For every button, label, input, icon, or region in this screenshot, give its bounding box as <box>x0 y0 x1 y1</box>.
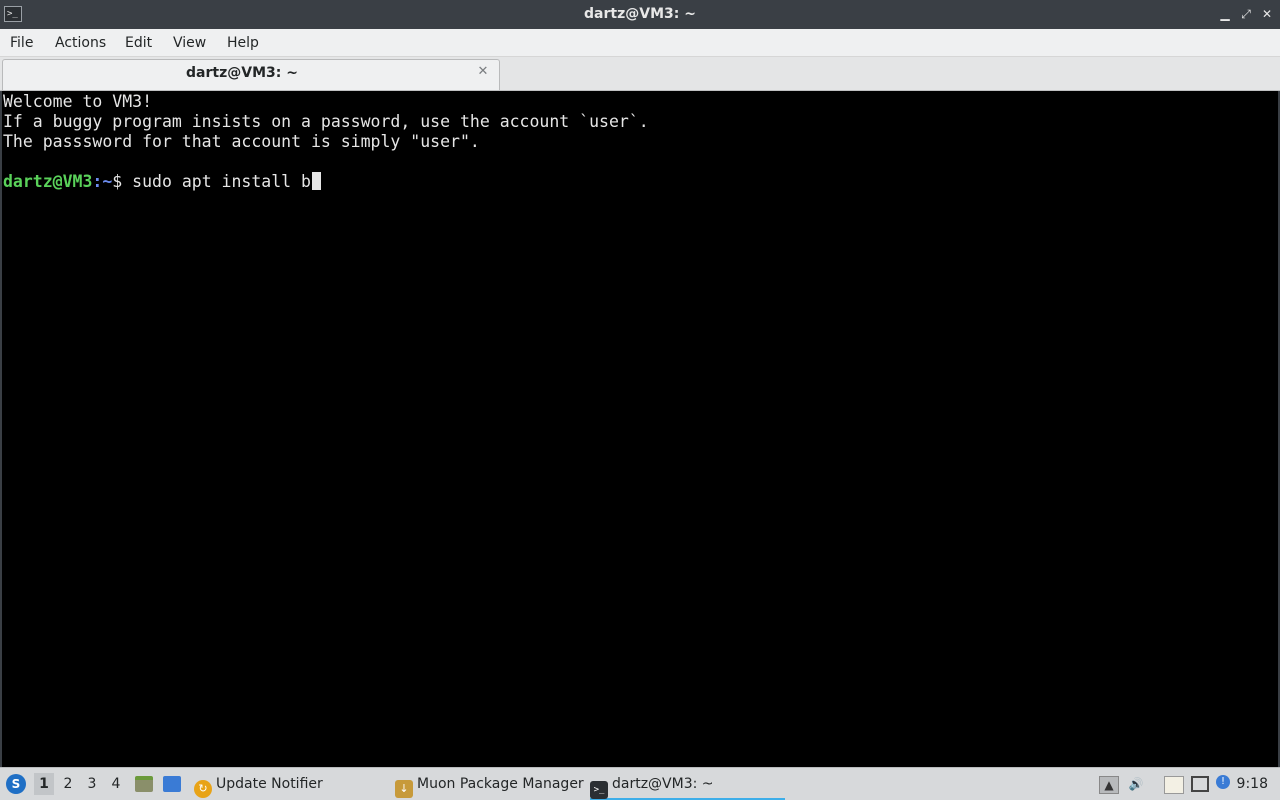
tab-close-button[interactable]: ✕ <box>475 64 491 80</box>
workspace-3[interactable]: 3 <box>82 773 102 795</box>
terminal-line: If a buggy program insists on a password… <box>3 112 649 131</box>
minimize-button[interactable]: ▁ <box>1216 5 1234 23</box>
close-window-button[interactable]: ✕ <box>1258 5 1276 23</box>
taskbar: S 1 2 3 4 ↻ Update Notifier ↓ Muon Package… <box>0 767 1280 800</box>
typed-command: sudo apt install b <box>132 172 311 191</box>
prompt-line: dartz@VM3:~$ sudo apt install b <box>3 172 321 192</box>
task-muon-package-manager[interactable]: ↓ Muon Package Manager <box>395 770 584 798</box>
restore-icon: ⤢ <box>1241 7 1251 21</box>
prompt-dollar: $ <box>112 172 133 191</box>
clipboard-icon[interactable] <box>1164 776 1184 794</box>
menu-help[interactable]: Help <box>225 29 261 57</box>
minimize-icon: ▁ <box>1220 7 1230 21</box>
task-label: dartz@VM3: ~ <box>612 776 714 792</box>
network-icon[interactable] <box>1191 776 1209 792</box>
text-cursor <box>311 172 321 190</box>
workspace-1[interactable]: 1 <box>34 773 54 795</box>
window-titlebar[interactable]: >_ dartz@VM3: ~ ▁ ⤢ ✕ <box>0 0 1280 29</box>
tab-bar: dartz@VM3: ~ ✕ <box>0 57 1280 91</box>
task-terminal[interactable]: >_ dartz@VM3: ~ <box>590 770 785 800</box>
task-label: Muon Package Manager <box>417 776 584 792</box>
volume-icon[interactable]: 🔊 <box>1127 776 1145 792</box>
terminal-line: Welcome to VM3! <box>3 92 153 111</box>
close-icon: ✕ <box>477 64 489 79</box>
prompt-separator: : <box>92 172 103 191</box>
menu-view[interactable]: View <box>171 29 208 57</box>
start-menu-icon[interactable]: S <box>6 774 26 794</box>
menu-edit[interactable]: Edit <box>123 29 154 57</box>
show-desktop-icon[interactable] <box>163 776 181 792</box>
task-label: Update Notifier <box>216 776 323 792</box>
terminal-line: The passsword for that account is simply… <box>3 132 480 151</box>
menu-file[interactable]: File <box>8 29 35 57</box>
prompt-path: ~ <box>102 172 113 191</box>
maximize-restore-button[interactable]: ⤢ <box>1237 5 1255 23</box>
file-manager-icon[interactable] <box>135 776 153 792</box>
clock[interactable]: 9:18 <box>1237 768 1268 800</box>
update-notifier-icon: ↻ <box>194 780 212 798</box>
tray-eject-icon[interactable]: ▲ <box>1099 776 1119 794</box>
tab-terminal[interactable]: dartz@VM3: ~ ✕ <box>2 59 500 90</box>
terminal-icon: >_ <box>590 781 608 799</box>
window-title: dartz@VM3: ~ <box>584 6 696 22</box>
terminal-view[interactable]: Welcome to VM3! If a buggy program insis… <box>0 91 1280 767</box>
muon-package-icon: ↓ <box>395 780 413 798</box>
task-update-notifier[interactable]: ↻ Update Notifier <box>194 770 323 798</box>
workspace-2[interactable]: 2 <box>58 773 78 795</box>
menu-bar: File Actions Edit View Help <box>0 29 1280 57</box>
notification-icon[interactable]: ! <box>1216 775 1230 789</box>
close-icon: ✕ <box>1261 7 1273 21</box>
menu-actions[interactable]: Actions <box>53 29 108 57</box>
prompt-user: dartz@VM3 <box>3 172 93 191</box>
workspace-4[interactable]: 4 <box>106 773 126 795</box>
tab-label: dartz@VM3: ~ <box>186 65 298 81</box>
